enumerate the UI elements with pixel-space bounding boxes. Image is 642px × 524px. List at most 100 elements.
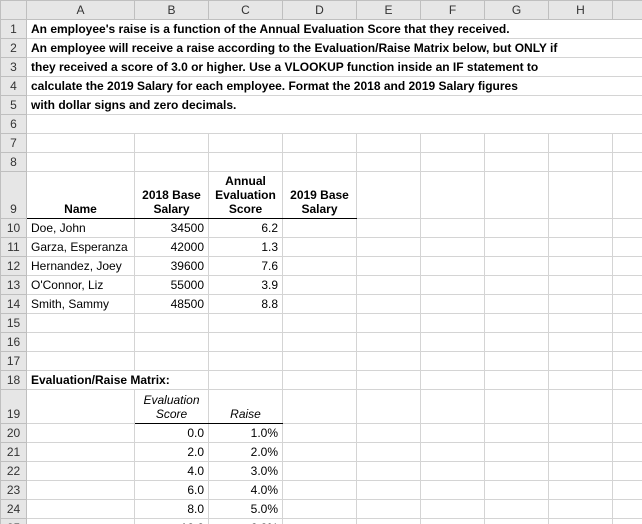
cell[interactable] [421, 238, 485, 257]
row-header[interactable]: 20 [1, 424, 27, 443]
matrix-raise[interactable]: 5.0% [209, 500, 283, 519]
cell[interactable] [549, 257, 613, 276]
cell[interactable] [283, 134, 357, 153]
cell[interactable] [613, 333, 642, 352]
row-header[interactable]: 25 [1, 519, 27, 524]
cell[interactable] [613, 219, 642, 238]
cell[interactable] [485, 276, 549, 295]
cell[interactable] [209, 333, 283, 352]
row-22[interactable]: 224.03.0% [1, 462, 642, 481]
row-header[interactable]: 14 [1, 295, 27, 314]
column-header-row[interactable]: A B C D E F G H [1, 1, 642, 20]
row-11[interactable]: 11Garza, Esperanza420001.3 [1, 238, 642, 257]
hdr-name[interactable]: Name [27, 172, 135, 219]
cell[interactable] [283, 276, 357, 295]
cell[interactable] [357, 219, 421, 238]
row-header[interactable]: 18 [1, 371, 27, 390]
cell[interactable] [549, 371, 613, 390]
col-G[interactable]: G [485, 1, 549, 20]
emp-name[interactable]: Smith, Sammy [27, 295, 135, 314]
cell[interactable] [27, 500, 135, 519]
row-5[interactable]: 5with dollar signs and zero decimals. [1, 96, 642, 115]
cell[interactable] [549, 390, 613, 424]
col-A[interactable]: A [27, 1, 135, 20]
cell[interactable] [421, 481, 485, 500]
col-B[interactable]: B [135, 1, 209, 20]
cell[interactable] [283, 238, 357, 257]
cell[interactable] [613, 352, 642, 371]
cell[interactable] [421, 153, 485, 172]
row-7[interactable]: 7 [1, 134, 642, 153]
cell[interactable] [485, 390, 549, 424]
col-H[interactable]: H [549, 1, 613, 20]
emp-name[interactable]: Garza, Esperanza [27, 238, 135, 257]
cell[interactable] [283, 371, 357, 390]
cell[interactable] [485, 172, 549, 219]
row-1[interactable]: 1An employee's raise is a function of th… [1, 20, 642, 39]
cell[interactable] [485, 134, 549, 153]
row-17[interactable]: 17 [1, 352, 642, 371]
row-header[interactable]: 5 [1, 96, 27, 115]
spreadsheet-grid[interactable]: A B C D E F G H 1An employee's raise is … [0, 0, 642, 524]
cell[interactable] [421, 219, 485, 238]
cell[interactable] [283, 257, 357, 276]
cell[interactable] [613, 519, 642, 524]
cell[interactable] [421, 371, 485, 390]
cell[interactable] [357, 424, 421, 443]
cell[interactable] [135, 134, 209, 153]
cell[interactable]: they received a score of 3.0 or higher. … [27, 58, 642, 77]
row-14[interactable]: 14Smith, Sammy485008.8 [1, 295, 642, 314]
cell[interactable] [485, 257, 549, 276]
cell[interactable] [549, 352, 613, 371]
cell[interactable] [283, 481, 357, 500]
cell[interactable] [27, 352, 135, 371]
cell[interactable] [613, 371, 642, 390]
matrix-score[interactable]: 2.0 [135, 443, 209, 462]
emp-salary[interactable]: 39600 [135, 257, 209, 276]
cell[interactable] [613, 390, 642, 424]
cell[interactable] [27, 390, 135, 424]
cell[interactable] [613, 134, 642, 153]
row-19[interactable]: 19 Evaluation Score Raise [1, 390, 642, 424]
cell[interactable] [27, 153, 135, 172]
row-header[interactable]: 1 [1, 20, 27, 39]
emp-name[interactable]: O'Connor, Liz [27, 276, 135, 295]
cell[interactable] [283, 519, 357, 524]
cell[interactable] [421, 424, 485, 443]
cell[interactable] [549, 295, 613, 314]
matrix-score[interactable]: 6.0 [135, 481, 209, 500]
cell[interactable] [613, 295, 642, 314]
cell[interactable] [27, 481, 135, 500]
emp-score[interactable]: 7.6 [209, 257, 283, 276]
row-header[interactable]: 10 [1, 219, 27, 238]
row-15[interactable]: 15 [1, 314, 642, 333]
matrix-score[interactable]: 4.0 [135, 462, 209, 481]
cell[interactable] [283, 390, 357, 424]
emp-score[interactable]: 1.3 [209, 238, 283, 257]
cell[interactable] [357, 257, 421, 276]
row-20[interactable]: 200.01.0% [1, 424, 642, 443]
cell[interactable] [549, 519, 613, 524]
emp-name[interactable]: Hernandez, Joey [27, 257, 135, 276]
row-24[interactable]: 248.05.0% [1, 500, 642, 519]
row-header[interactable]: 13 [1, 276, 27, 295]
cell[interactable] [209, 134, 283, 153]
cell[interactable] [357, 153, 421, 172]
row-header[interactable]: 4 [1, 77, 27, 96]
row-2[interactable]: 2An employee will receive a raise accord… [1, 39, 642, 58]
row-18[interactable]: 18Evaluation/Raise Matrix: [1, 371, 642, 390]
cell[interactable] [27, 314, 135, 333]
cell[interactable] [357, 333, 421, 352]
cell[interactable] [357, 314, 421, 333]
cell[interactable] [209, 371, 283, 390]
row-header[interactable]: 12 [1, 257, 27, 276]
row-13[interactable]: 13O'Connor, Liz550003.9 [1, 276, 642, 295]
row-header[interactable]: 9 [1, 172, 27, 219]
cell[interactable] [613, 424, 642, 443]
spreadsheet-viewport[interactable]: A B C D E F G H 1An employee's raise is … [0, 0, 642, 524]
cell[interactable] [613, 481, 642, 500]
emp-salary[interactable]: 55000 [135, 276, 209, 295]
cell[interactable] [421, 462, 485, 481]
row-12[interactable]: 12Hernandez, Joey396007.6 [1, 257, 642, 276]
row-header[interactable]: 2 [1, 39, 27, 58]
